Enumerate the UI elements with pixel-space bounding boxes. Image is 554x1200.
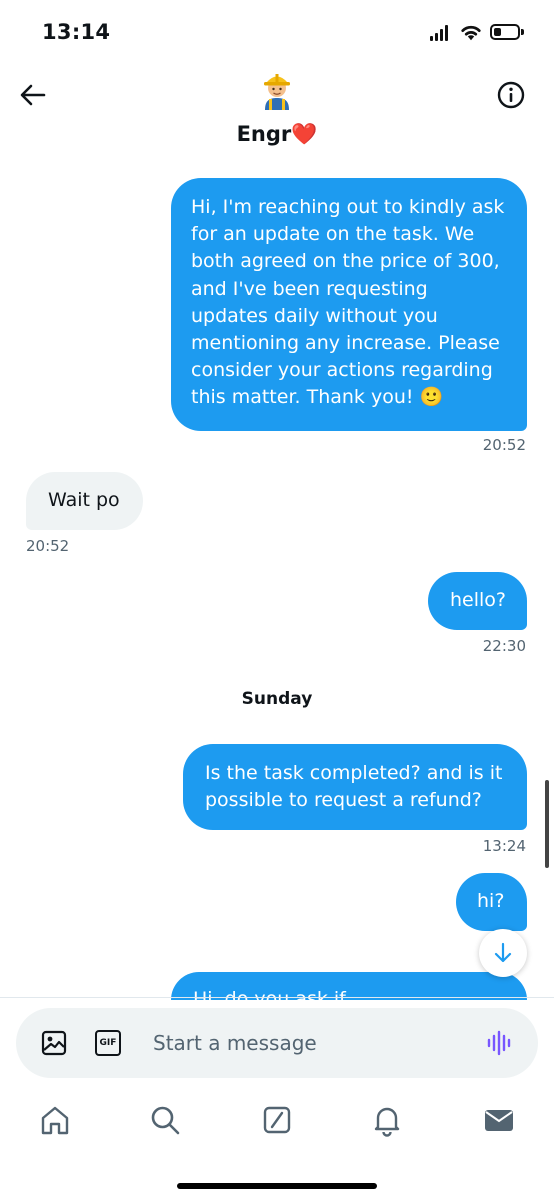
message-text: Hi, I'm reaching out to kindly ask for a… xyxy=(191,196,505,409)
message-bubble-sent[interactable]: Hi, I'm reaching out to kindly ask for a… xyxy=(171,178,527,431)
status-icons xyxy=(430,22,526,44)
info-icon[interactable] xyxy=(496,80,526,110)
message-text: hello? xyxy=(450,589,506,611)
cellular-signal-icon xyxy=(430,25,450,41)
message-composer[interactable]: GIF Start a message xyxy=(16,1008,538,1078)
avatar[interactable] xyxy=(256,68,298,110)
day-separator: Sunday xyxy=(241,689,313,709)
message-text: hi? xyxy=(477,890,505,912)
back-arrow-icon[interactable] xyxy=(18,80,48,110)
search-tab-icon[interactable] xyxy=(148,1103,182,1137)
message-bubble-received[interactable]: Wait po xyxy=(26,472,143,530)
image-icon[interactable] xyxy=(41,1030,67,1056)
divider xyxy=(0,997,554,998)
message-bubble-sent[interactable]: hi? xyxy=(456,873,527,931)
message-timestamp: 20:52 xyxy=(26,537,70,555)
notifications-tab-icon[interactable] xyxy=(370,1103,404,1137)
voice-message-icon[interactable] xyxy=(486,1030,512,1056)
status-time: 13:14 xyxy=(42,20,111,44)
message-timestamp: 22:30 xyxy=(482,637,526,655)
scroll-to-bottom-button[interactable] xyxy=(479,929,527,977)
messages-tab-icon[interactable] xyxy=(482,1103,516,1137)
message-timestamp: 20:52 xyxy=(482,436,526,454)
grok-tab-icon[interactable] xyxy=(260,1103,294,1137)
wifi-icon xyxy=(461,26,481,41)
battery-icon xyxy=(490,24,520,40)
conversation-title[interactable]: Engr❤️ xyxy=(0,122,554,147)
gif-icon[interactable]: GIF xyxy=(95,1030,121,1056)
message-text: Wait po xyxy=(48,489,120,511)
status-bar: 13:14 xyxy=(0,0,554,66)
home-tab-icon[interactable] xyxy=(38,1103,72,1137)
message-input[interactable]: Start a message xyxy=(153,1031,317,1055)
message-bubble-sent[interactable]: Is the task completed? and is it possibl… xyxy=(183,744,527,830)
arrow-down-icon xyxy=(494,942,512,963)
message-text: Hi, do you ask if... xyxy=(193,988,363,1000)
message-timestamp: 13:24 xyxy=(482,837,526,855)
message-bubble-sent[interactable]: hello? xyxy=(428,572,527,630)
message-bubble-sent[interactable]: Hi, do you ask if... xyxy=(171,972,527,1000)
scrollbar[interactable] xyxy=(545,780,549,868)
gif-label: GIF xyxy=(99,1038,117,1048)
home-indicator xyxy=(177,1183,377,1189)
message-text: Is the task completed? and is it possibl… xyxy=(205,762,503,812)
